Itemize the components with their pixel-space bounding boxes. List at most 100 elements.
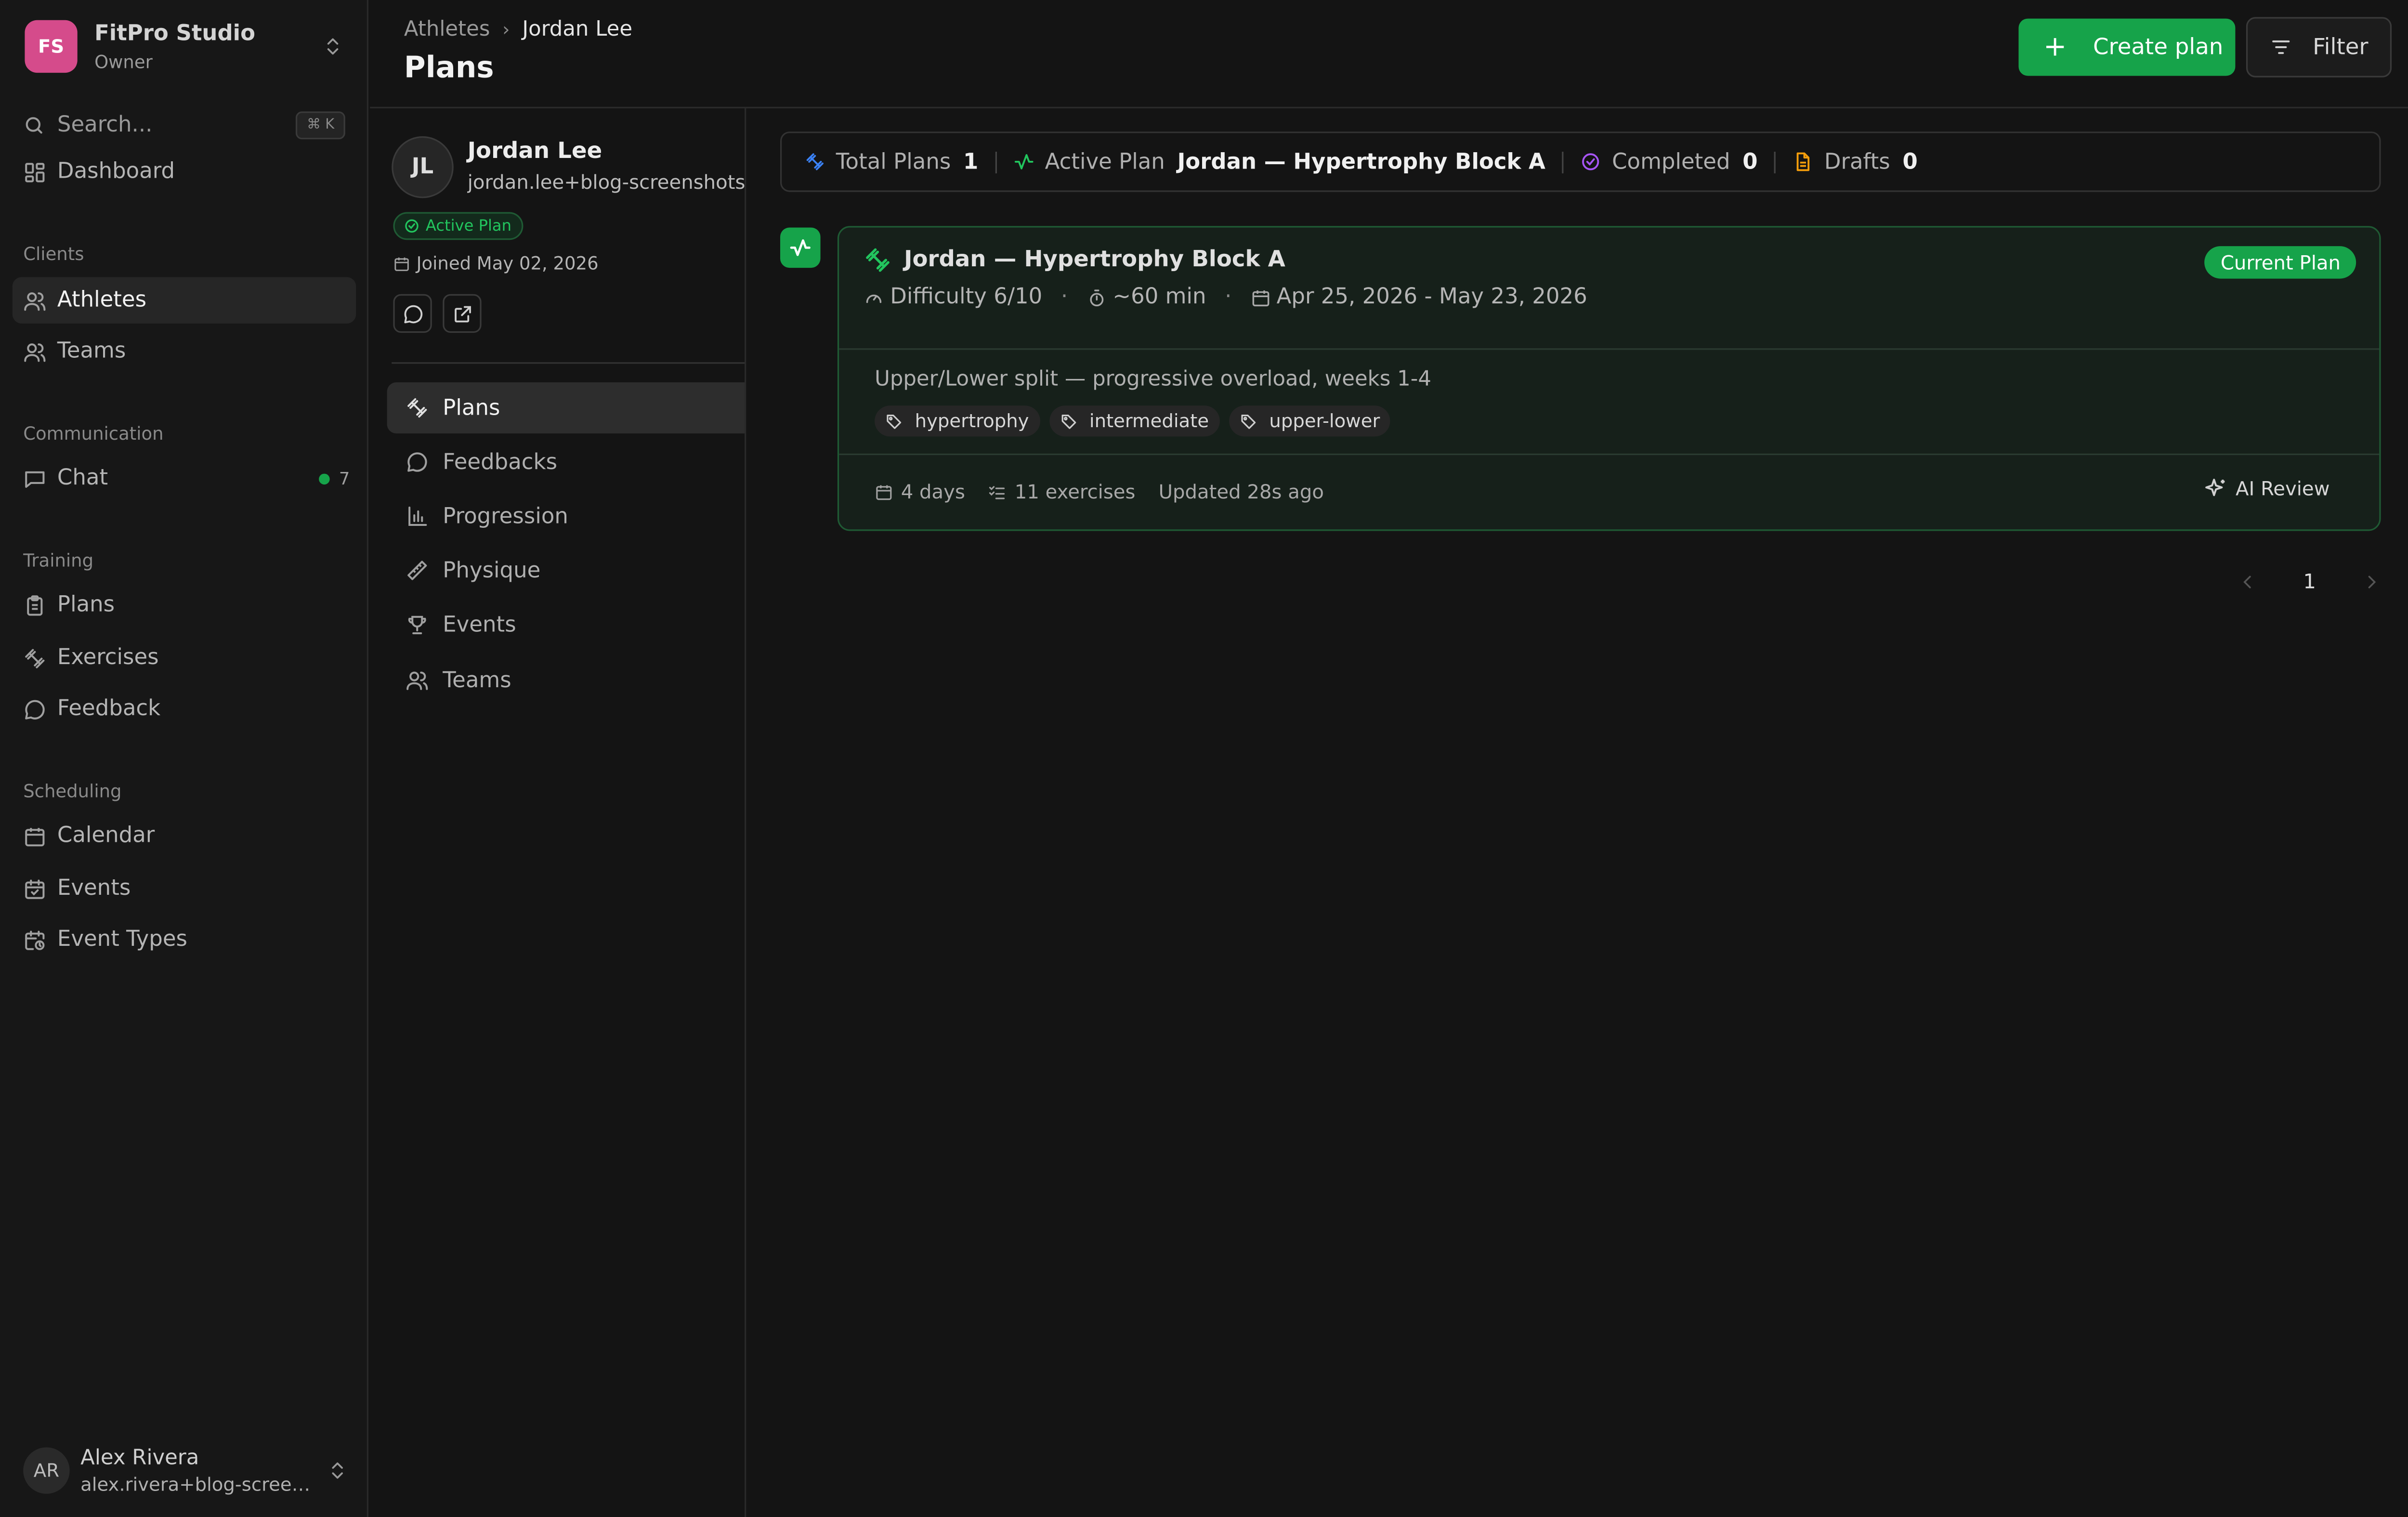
- trophy-icon: [408, 615, 426, 635]
- stat-value: Jordan — Hypertrophy Block A: [1177, 149, 1545, 174]
- check-circle-icon: [405, 219, 419, 233]
- create-plan-button[interactable]: + Create plan: [2018, 18, 2236, 76]
- tab-feedbacks[interactable]: Feedbacks: [387, 436, 745, 487]
- tab-teams[interactable]: Teams: [387, 655, 745, 706]
- dumbbell-icon: [806, 153, 824, 170]
- stat-drafts: Drafts 0: [1793, 149, 1918, 174]
- file-text-icon: [1797, 152, 1810, 171]
- sidebar-item-label: Feedback: [57, 696, 161, 721]
- sidebar-item-event-types[interactable]: Event Types: [13, 916, 356, 963]
- stat-label: Active Plan: [1045, 149, 1165, 174]
- search-shortcut: ⌘ K: [296, 111, 345, 140]
- sidebar-item-label: Calendar: [57, 824, 155, 849]
- sidebar-item-chat[interactable]: Chat 7: [13, 455, 356, 501]
- section-label-training: Training: [23, 549, 94, 572]
- ai-review-button[interactable]: AI Review: [2205, 477, 2330, 500]
- org-name: FitPro Studio: [94, 21, 256, 46]
- page-header: Athletes › Jordan Lee Plans + Create pla…: [370, 0, 2408, 108]
- tag: upper-lower: [1229, 405, 1391, 437]
- status-badge: Active Plan: [393, 212, 524, 240]
- search-button[interactable]: Search... ⌘ K: [23, 108, 345, 143]
- sidebar-item-label: Dashboard: [57, 159, 175, 184]
- plans-stats-bar: Total Plans 1 Active Plan Jordan — Hyper…: [780, 131, 2381, 192]
- athlete-email: jordan.lee+blog-screenshots@: [467, 170, 746, 194]
- breadcrumb-current: Jordan Lee: [522, 17, 633, 42]
- sidebar-item-calendar[interactable]: Calendar: [13, 813, 356, 859]
- users-icon: [406, 671, 428, 690]
- plan-title[interactable]: Jordan — Hypertrophy Block A: [864, 246, 1285, 274]
- divider: [839, 453, 2380, 455]
- tab-label: Teams: [443, 667, 511, 693]
- plan-exercises-label: 11 exercises: [1014, 480, 1136, 503]
- calendar-icon: [394, 257, 409, 271]
- tag-label: upper-lower: [1269, 410, 1380, 432]
- tab-plans[interactable]: Plans: [387, 382, 745, 433]
- stat-label: Total Plans: [836, 149, 951, 174]
- chat-unread-badge: 7: [319, 468, 350, 488]
- sidebar-item-exercises[interactable]: Exercises: [13, 635, 356, 681]
- gauge-icon: [866, 294, 882, 302]
- stat-label: Drafts: [1824, 149, 1890, 174]
- sidebar-item-dashboard[interactable]: Dashboard: [13, 149, 356, 195]
- tab-events[interactable]: Events: [387, 599, 745, 650]
- org-switcher[interactable]: FS FitPro Studio Owner: [25, 20, 343, 73]
- sidebar-item-label: Teams: [57, 339, 126, 364]
- athlete-name: Jordan Lee: [467, 139, 602, 164]
- stat-value: 0: [1902, 149, 1918, 174]
- plan-dates: Apr 25, 2026 - May 23, 2026: [1276, 285, 1587, 310]
- sidebar-item-label: Events: [57, 876, 131, 901]
- search-label: Search...: [57, 113, 153, 138]
- tag-icon: [887, 414, 902, 429]
- sidebar-item-feedback[interactable]: Feedback: [13, 686, 356, 732]
- page-number[interactable]: 1: [2303, 570, 2316, 593]
- stat-completed: Completed 0: [1581, 149, 1758, 174]
- tag: intermediate: [1049, 405, 1220, 437]
- chevron-right-icon[interactable]: [2362, 573, 2381, 591]
- sparkles-icon: [2205, 479, 2225, 497]
- activity-icon: [780, 227, 821, 268]
- sidebar-item-events[interactable]: Events: [13, 865, 356, 912]
- athlete-joined-date: Joined May 02, 2026: [416, 252, 599, 274]
- calendar-check-icon: [25, 878, 45, 899]
- calendar-icon: [25, 827, 45, 846]
- plus-icon: +: [2043, 30, 2067, 63]
- divider: [1562, 151, 1564, 173]
- chevrons-up-down-icon: [332, 1462, 343, 1479]
- tab-physique[interactable]: Physique: [387, 545, 745, 596]
- dashboard-icon: [25, 162, 45, 182]
- bar-chart-icon: [408, 506, 427, 526]
- user-email: alex.rivera+blog-screenshots@: [80, 1474, 313, 1495]
- sidebar-item-teams[interactable]: Teams: [13, 328, 356, 374]
- stat-value: 1: [963, 149, 979, 174]
- ai-review-label: AI Review: [2236, 476, 2330, 500]
- sidebar-item-athletes[interactable]: Athletes: [12, 277, 356, 324]
- tab-progression[interactable]: Progression: [387, 491, 745, 542]
- sidebar-item-label: Exercises: [57, 645, 159, 670]
- athlete-panel: JL Jordan Lee jordan.lee+blog-screenshot…: [370, 108, 746, 1517]
- filter-button[interactable]: Filter: [2246, 17, 2392, 78]
- plan-card[interactable]: Jordan — Hypertrophy Block A Current Pla…: [837, 226, 2381, 531]
- breadcrumb-link-athletes[interactable]: Athletes: [404, 17, 490, 41]
- status-badge-label: Active Plan: [425, 217, 511, 235]
- open-external-button[interactable]: [443, 294, 482, 333]
- plan-tags: hypertrophy intermediate upper-lower: [875, 405, 1400, 437]
- divider: [1774, 151, 1777, 173]
- tab-label: Progression: [443, 504, 568, 529]
- pagination: 1: [2238, 565, 2381, 599]
- breadcrumb: Athletes › Jordan Lee: [404, 17, 632, 41]
- dumbbell-icon: [407, 398, 427, 418]
- tag-icon: [1241, 414, 1256, 429]
- page-title: Plans: [404, 51, 494, 85]
- plan-footer: 4 days 11 exercises Updated 28s ago: [875, 480, 1347, 503]
- user-menu[interactable]: AR Alex Rivera alex.rivera+blog-screensh…: [23, 1443, 348, 1499]
- sidebar-item-plans[interactable]: Plans: [13, 582, 356, 628]
- filter-label: Filter: [2313, 35, 2369, 60]
- plan-difficulty: Difficulty 6/10: [890, 285, 1043, 310]
- message-circle-icon: [407, 452, 427, 472]
- message-athlete-button[interactable]: [393, 294, 432, 333]
- users-icon: [24, 291, 46, 310]
- stat-value: 0: [1742, 149, 1758, 174]
- current-plan-badge: Current Plan: [2205, 246, 2356, 279]
- chevron-left-icon[interactable]: [2238, 573, 2257, 591]
- sidebar-item-label: Plans: [57, 593, 115, 618]
